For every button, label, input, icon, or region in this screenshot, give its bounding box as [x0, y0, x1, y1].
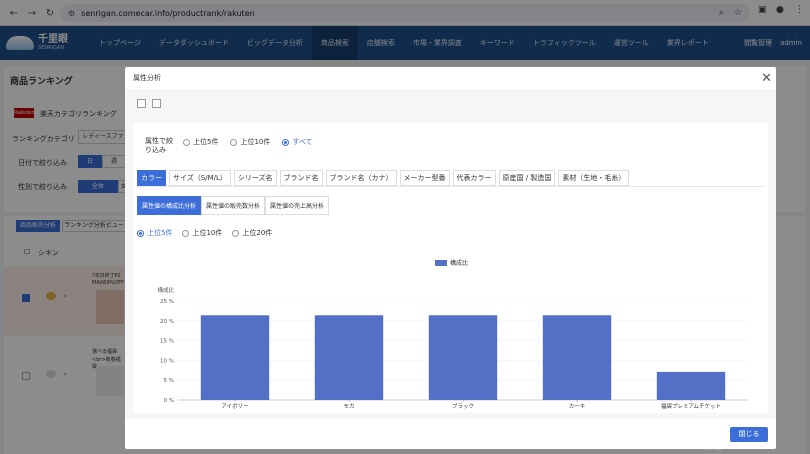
top-option-5[interactable]: 上位5件 — [137, 228, 172, 238]
y-tick-label: 15 % — [160, 339, 174, 345]
y-tick-label: 0 % — [164, 398, 174, 404]
modal-footer: 閉じる — [125, 419, 776, 449]
x-tick-label: モカ — [343, 403, 354, 410]
x-tick-label: アイボリー — [221, 402, 248, 410]
y-tick-label: 5 % — [164, 378, 174, 384]
broken-image-icon — [137, 99, 146, 108]
y-tick-label: 20 % — [160, 319, 174, 325]
filter-option-top10[interactable]: 上位10件 — [230, 137, 270, 147]
top-option-label: 上位20件 — [242, 229, 273, 237]
top-option-10[interactable]: 上位10件 — [182, 228, 222, 238]
top-n-selector: 上位5件 上位10件 上位20件 — [137, 228, 276, 238]
y-tick-label: 10 % — [160, 358, 174, 364]
top-option-label: 上位5件 — [147, 229, 173, 237]
attr-tab-brand-kana[interactable]: ブランド名（カナ） — [325, 170, 397, 186]
tab-revenue[interactable]: 属性値の売上高分析 — [265, 196, 330, 215]
attr-tab-model[interactable]: メーカー型番 — [399, 170, 450, 186]
image-row — [137, 99, 161, 108]
filter-option-label: 上位5件 — [193, 138, 219, 146]
radio-icon[interactable] — [183, 138, 190, 146]
top-option-label: 上位10件 — [192, 229, 223, 237]
attr-tab-main-color[interactable]: 代表カラー — [452, 170, 496, 186]
attribute-tabs: カラー サイズ（S/M/L） シリーズ名 ブランド名 ブランド名（カナ） メーカ… — [137, 170, 630, 186]
filter-option-label: すべて — [292, 138, 313, 146]
tab-sales-count[interactable]: 属性値の販売数分析 — [201, 196, 266, 215]
top-option-20[interactable]: 上位20件 — [232, 228, 272, 238]
attribute-analysis-modal: 属性分析 ✕ 属性で絞り込み 上位5件 上位10件 すべて カラー サイズ（S/… — [125, 67, 776, 449]
modal-header: 属性分析 ✕ — [125, 67, 776, 89]
x-tick-label: ブラック — [452, 402, 474, 410]
bar — [656, 371, 726, 400]
filter-label: 属性で絞り込み — [145, 137, 173, 154]
windows-watermark: 激活 Windows — [702, 441, 770, 452]
tab-composition[interactable]: 属性値の構成比分析 — [137, 196, 202, 215]
radio-icon[interactable] — [232, 229, 240, 237]
filter-option-top5[interactable]: 上位5件 — [183, 137, 218, 147]
modal-title: 属性分析 — [133, 74, 161, 82]
attr-tab-origin[interactable]: 原産国 / 製造国 — [498, 170, 556, 186]
x-tick-label: 福袋プレミアムチケット — [661, 402, 721, 410]
radio-selected-icon[interactable] — [137, 229, 144, 237]
close-icon[interactable]: ✕ — [761, 72, 772, 85]
attr-tab-color[interactable]: カラー — [137, 170, 166, 186]
modal-body: 属性で絞り込み 上位5件 上位10件 すべて カラー サイズ（S/M/L） シリ… — [125, 89, 776, 419]
radio-icon[interactable] — [182, 229, 190, 237]
radio-icon[interactable] — [230, 138, 238, 146]
y-axis-label: 構成比 — [157, 286, 174, 294]
y-tick-label: 25 % — [160, 299, 174, 305]
attribute-filter: 属性で絞り込み 上位5件 上位10件 すべて — [145, 137, 317, 155]
attr-tab-material[interactable]: 素材（生地・毛糸） — [558, 170, 630, 186]
x-tick-label: カーキ — [569, 403, 586, 410]
bar — [428, 315, 498, 400]
divider — [137, 186, 764, 187]
bar — [542, 315, 612, 400]
analysis-panel: 属性で絞り込み 上位5件 上位10件 すべて カラー サイズ（S/M/L） シリ… — [133, 123, 768, 413]
attr-tab-series[interactable]: シリーズ名 — [233, 170, 277, 186]
composition-bar-chart: 構成比 0 % 5 % 10 % 15 % 20 % 25 % アイボリー モカ ブラック カーキ 福… — [157, 286, 748, 410]
attr-tab-size[interactable]: サイズ（S/M/L） — [169, 170, 231, 186]
bar — [314, 315, 384, 400]
filter-option-all[interactable]: すべて — [282, 137, 313, 147]
attr-tab-brand[interactable]: ブランド名 — [279, 170, 323, 186]
bar — [200, 315, 270, 400]
analysis-tabs: 属性値の構成比分析 属性値の販売数分析 属性値の売上高分析 — [137, 196, 330, 215]
broken-image-icon — [152, 99, 161, 108]
filter-option-label: 上位10件 — [240, 138, 271, 146]
radio-selected-icon[interactable] — [282, 138, 290, 146]
